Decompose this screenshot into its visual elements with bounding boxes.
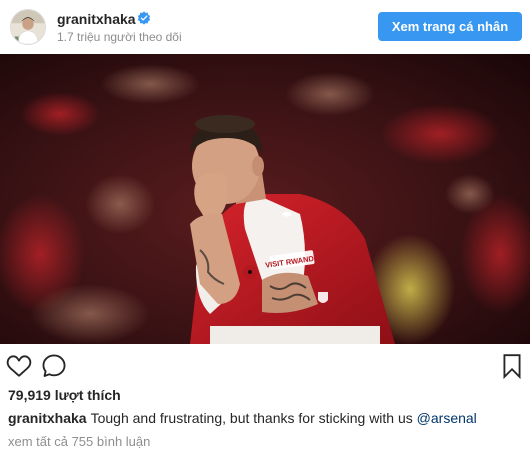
post-actions bbox=[0, 344, 530, 384]
like-count[interactable]: 79,919 lượt thích bbox=[8, 387, 121, 403]
player-photo: VISIT RWANDA bbox=[0, 54, 530, 344]
instagram-post: granitxhaka 1.7 triệu người theo dõi Xem… bbox=[0, 0, 530, 457]
view-profile-button[interactable]: Xem trang cá nhân bbox=[378, 12, 522, 41]
caption-username[interactable]: granitxhaka bbox=[8, 410, 87, 426]
caption-text: Tough and frustrating, but thanks for st… bbox=[90, 410, 417, 426]
heart-outline-icon[interactable] bbox=[6, 353, 32, 379]
verified-badge-icon bbox=[137, 11, 151, 25]
post-photo[interactable]: VISIT RWANDA bbox=[0, 54, 530, 344]
avatar-image bbox=[11, 10, 45, 44]
avatar[interactable] bbox=[10, 9, 46, 45]
comment-bubble-icon[interactable] bbox=[41, 353, 67, 379]
bookmark-outline-icon[interactable] bbox=[500, 353, 524, 379]
follower-count: 1.7 triệu người theo dõi bbox=[57, 30, 182, 44]
username[interactable]: granitxhaka bbox=[57, 11, 136, 27]
caption-mention-link[interactable]: @arsenal bbox=[417, 410, 477, 426]
post-header: granitxhaka 1.7 triệu người theo dõi Xem… bbox=[0, 0, 530, 54]
view-all-comments-link[interactable]: xem tất cả 755 bình luận bbox=[8, 434, 150, 449]
post-caption: granitxhaka Tough and frustrating, but th… bbox=[8, 410, 477, 426]
